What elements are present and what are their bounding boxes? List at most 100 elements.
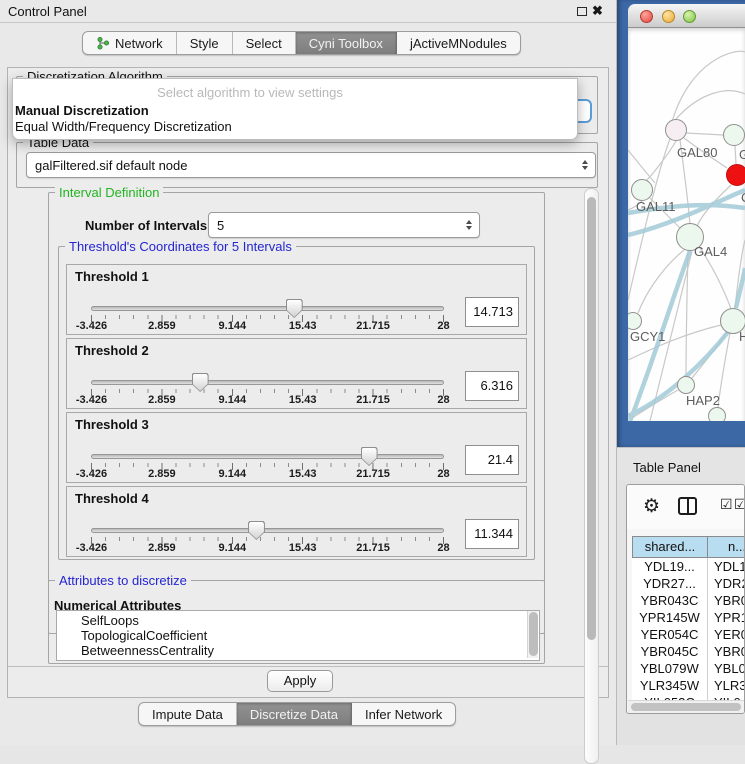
tick-label: -3.426 bbox=[76, 468, 107, 480]
scrollbar-thumb[interactable] bbox=[631, 703, 741, 711]
table-row[interactable]: YER054CYER0 bbox=[632, 626, 745, 643]
tab-infer-network[interactable]: Infer Network bbox=[352, 703, 455, 725]
threshold-value-field[interactable]: 11.344 bbox=[465, 519, 519, 549]
table-row[interactable]: YBR045CYBR0 bbox=[632, 643, 745, 660]
tick-label: 2.859 bbox=[148, 468, 176, 480]
table-data-combobox[interactable]: galFiltered.sif default node bbox=[26, 152, 596, 178]
close-window-button[interactable] bbox=[640, 10, 653, 23]
zoom-window-button[interactable] bbox=[683, 10, 696, 23]
cell-name[interactable]: YPR1 bbox=[708, 609, 745, 626]
dropdown-placeholder: Select algorithm to view settings bbox=[13, 84, 577, 102]
attribute-item[interactable]: TopologicalCoefficient bbox=[81, 628, 539, 643]
checkbox-icon[interactable]: ☑ bbox=[734, 496, 745, 513]
threshold-label: Threshold 1 bbox=[75, 269, 149, 284]
table-row[interactable]: YPR145WYPR1 bbox=[632, 609, 745, 626]
table-row[interactable]: YBR043CYBR0 bbox=[632, 592, 745, 609]
attribute-item[interactable]: SelfLoops bbox=[81, 613, 539, 628]
column-header-shared-name[interactable]: shared... bbox=[632, 536, 708, 558]
cell-shared-name[interactable]: YBL079W bbox=[632, 660, 708, 677]
node-gal80[interactable] bbox=[665, 119, 687, 141]
thresholds-group-title: Threshold's Coordinates for 5 Intervals bbox=[65, 239, 296, 254]
slider-thumb[interactable] bbox=[248, 521, 265, 540]
node-selected[interactable] bbox=[726, 164, 745, 186]
tick-label: 28 bbox=[437, 320, 449, 332]
tab-impute-data[interactable]: Impute Data bbox=[139, 703, 237, 725]
tab-cyni-toolbox[interactable]: Cyni Toolbox bbox=[296, 32, 397, 54]
scrollbar-thumb[interactable] bbox=[587, 197, 596, 640]
cell-shared-name[interactable]: YBR045C bbox=[632, 643, 708, 660]
cell-shared-name[interactable]: YBR043C bbox=[632, 592, 708, 609]
network-canvas[interactable]: GAL80GACGAL11GAL4GCY1HHAP2 bbox=[628, 28, 745, 421]
slider-track[interactable] bbox=[91, 380, 444, 385]
cell-shared-name[interactable]: YLR345W bbox=[632, 677, 708, 694]
network-window-titlebar[interactable] bbox=[628, 4, 745, 28]
gear-icon[interactable]: ⚙ bbox=[643, 495, 660, 518]
tab-discretize-data[interactable]: Discretize Data bbox=[237, 703, 352, 725]
apply-button[interactable]: Apply bbox=[267, 670, 333, 692]
tab-select[interactable]: Select bbox=[233, 32, 296, 54]
slider-track[interactable] bbox=[91, 454, 444, 459]
threshold-2-panel: Threshold 2 -3.4262.8599.14415.4321.7152… bbox=[66, 338, 527, 409]
tick-label: 15.43 bbox=[289, 468, 317, 480]
attributes-group-title: Attributes to discretize bbox=[55, 573, 191, 588]
tick-label: 2.859 bbox=[148, 542, 176, 554]
table-row[interactable]: YLR345WYLR3 bbox=[632, 677, 745, 694]
threshold-value-field[interactable]: 14.713 bbox=[465, 297, 519, 327]
tick-label: -3.426 bbox=[76, 394, 107, 406]
scrollbar-thumb[interactable] bbox=[529, 612, 538, 656]
column-header-name[interactable]: n... bbox=[708, 536, 745, 558]
threshold-value-field[interactable]: 21.4 bbox=[465, 445, 519, 475]
node[interactable] bbox=[708, 407, 726, 421]
minimize-window-button[interactable] bbox=[662, 10, 675, 23]
slider-track[interactable] bbox=[91, 528, 444, 533]
node-hap2[interactable] bbox=[677, 376, 695, 394]
cell-name[interactable]: YDR2 bbox=[708, 575, 745, 592]
node-label: GCY1 bbox=[630, 329, 665, 344]
node-gal11[interactable] bbox=[631, 179, 653, 201]
slider-thumb[interactable] bbox=[361, 447, 378, 466]
cell-name[interactable]: YLR3 bbox=[708, 677, 745, 694]
columns-icon[interactable] bbox=[678, 497, 697, 515]
table-panel: ⚙ ☑ ☑ shared... n... YDL19...YDL1YDR27..… bbox=[626, 484, 745, 714]
tick-label: 9.144 bbox=[219, 320, 247, 332]
table-row[interactable]: YDL19...YDL1 bbox=[632, 558, 745, 575]
checkbox-icon[interactable]: ☑ bbox=[720, 496, 733, 513]
table-hscrollbar[interactable] bbox=[628, 700, 745, 713]
table-row[interactable]: YDR27...YDR2 bbox=[632, 575, 745, 592]
cell-shared-name[interactable]: YDL19... bbox=[632, 558, 708, 575]
threshold-value-field[interactable]: 6.316 bbox=[465, 371, 519, 401]
table-header: shared... n... bbox=[632, 536, 745, 558]
slider-thumb[interactable] bbox=[192, 373, 209, 392]
float-window-icon[interactable] bbox=[577, 7, 587, 16]
cell-shared-name[interactable]: YDR27... bbox=[632, 575, 708, 592]
number-of-intervals-combobox[interactable]: 5 bbox=[208, 212, 480, 238]
content-scrollbar[interactable] bbox=[584, 188, 599, 764]
tab-style[interactable]: Style bbox=[177, 32, 233, 54]
cell-name[interactable]: YBR0 bbox=[708, 592, 745, 609]
slider-thumb[interactable] bbox=[286, 299, 303, 318]
close-icon[interactable]: ✖ bbox=[592, 3, 603, 19]
node[interactable] bbox=[723, 124, 745, 146]
tick-label: 2.859 bbox=[148, 394, 176, 406]
cell-name[interactable]: YBL0 bbox=[708, 660, 745, 677]
dropdown-option-manual[interactable]: Manual Discretization bbox=[13, 102, 577, 118]
node-label: GAL11 bbox=[636, 199, 676, 214]
cell-name[interactable]: YDL1 bbox=[708, 558, 745, 575]
tab-network[interactable]: Network bbox=[83, 32, 177, 54]
tick-label: -3.426 bbox=[76, 320, 107, 332]
cell-shared-name[interactable]: YPR145W bbox=[632, 609, 708, 626]
tab-label: Network bbox=[115, 36, 163, 51]
attribute-list-scrollbar[interactable] bbox=[527, 611, 538, 658]
cell-shared-name[interactable]: YER054C bbox=[632, 626, 708, 643]
attribute-item[interactable]: BetweennessCentrality bbox=[81, 643, 539, 658]
slider-track[interactable] bbox=[91, 306, 444, 311]
table-row[interactable]: YBL079WYBL0 bbox=[632, 660, 745, 677]
tick-labels: -3.4262.8599.14415.4321.71528 bbox=[67, 394, 526, 407]
cell-name[interactable]: YBR0 bbox=[708, 643, 745, 660]
tick-label: 15.43 bbox=[289, 394, 317, 406]
dropdown-option-equal-width[interactable]: Equal Width/Frequency Discretization bbox=[13, 118, 577, 134]
tab-jactivemnodules[interactable]: jActiveMNodules bbox=[397, 32, 520, 54]
cell-name[interactable]: YER0 bbox=[708, 626, 745, 643]
tick-label: 15.43 bbox=[289, 320, 317, 332]
combo-arrows-icon bbox=[582, 160, 588, 170]
